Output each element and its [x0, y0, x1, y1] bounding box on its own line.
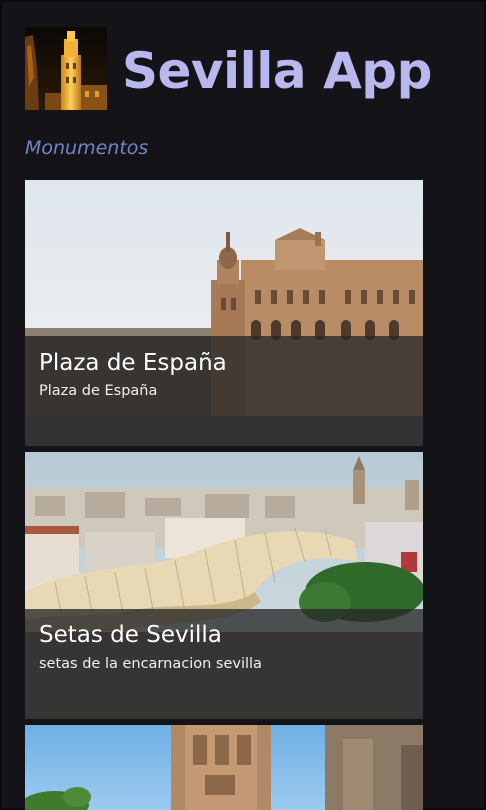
monument-subtitle: Plaza de España: [39, 383, 158, 399]
monument-title: Setas de Sevilla: [39, 622, 222, 648]
app-title: Sevilla App: [122, 42, 432, 100]
giralda-tower-icon: [25, 27, 107, 110]
monument-title: Plaza de España: [39, 350, 227, 376]
section-title: Monumentos: [25, 137, 149, 159]
monument-card-giralda[interactable]: [25, 725, 423, 810]
monument-subtitle: setas de la encarnacion sevilla: [39, 656, 262, 672]
app-logo: [25, 27, 107, 110]
monument-card-plaza-de-espana[interactable]: Plaza de España Plaza de España: [25, 180, 423, 446]
giralda-photo: [25, 725, 423, 810]
monument-card-setas-de-sevilla[interactable]: Setas de Sevilla setas de la encarnacion…: [25, 452, 423, 719]
